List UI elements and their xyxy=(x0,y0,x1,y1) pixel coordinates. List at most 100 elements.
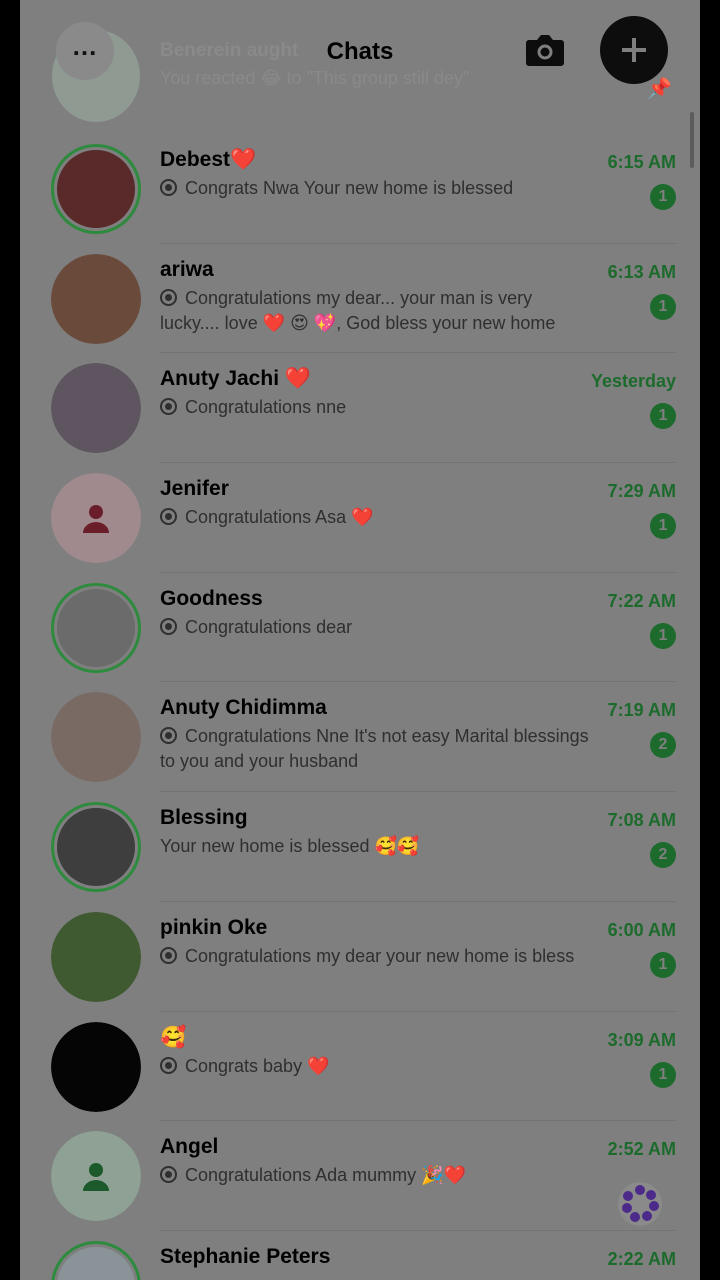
avatar[interactable] xyxy=(51,802,141,893)
chat-time: 7:19 AM xyxy=(607,700,676,721)
chat-message: Congratulations nne xyxy=(160,395,590,420)
chat-time: 2:22 AM xyxy=(607,1248,676,1269)
new-chat-button[interactable] xyxy=(600,16,668,84)
chat-message: Congratulations Asa ❤️ xyxy=(160,505,590,530)
chat-message: Congrats Nwa Your new home is blessed xyxy=(160,176,590,201)
unread-badge: 1 xyxy=(650,184,676,210)
page-title: Chats xyxy=(326,38,394,65)
more-options-button[interactable]: ... xyxy=(56,22,114,80)
avatar-image xyxy=(57,1246,135,1280)
chat-message: Congratulations Nne It's not easy Marita… xyxy=(160,724,590,774)
avatar[interactable] xyxy=(51,473,141,564)
chat-name: 🥰 xyxy=(160,1025,187,1049)
chat-row[interactable]: 🥰 Congrats baby ❤️ 3:09 AM 1 xyxy=(20,1012,700,1122)
unread-badge: 1 xyxy=(650,951,676,978)
chat-time: 3:09 AM xyxy=(607,1029,676,1050)
view-once-icon xyxy=(160,398,177,416)
meta-ai-button[interactable] xyxy=(614,1178,666,1230)
chat-row[interactable]: Anuty Chidimma Congratulations Nne It's n… xyxy=(20,682,700,793)
chat-row[interactable]: ariwa Congratulations my dear... your man… xyxy=(20,244,700,354)
avatar-image xyxy=(57,808,135,887)
unread-badge: 1 xyxy=(650,293,676,320)
chat-name: Goodness xyxy=(160,586,263,610)
chat-message: Congratulations dear xyxy=(160,615,590,640)
avatar[interactable] xyxy=(51,692,141,783)
chat-message: Congratulations Ada mummy 🎉❤️ xyxy=(160,1163,590,1188)
avatar-image xyxy=(51,911,141,1002)
chat-name: Blessing xyxy=(160,806,248,830)
avatar[interactable] xyxy=(51,363,141,454)
unread-badge: 2 xyxy=(650,842,676,869)
chat-name: Debest❤️ xyxy=(160,148,257,171)
view-once-icon xyxy=(160,179,177,196)
chat-message: Your new home is blessed 🥰🥰 xyxy=(160,834,590,859)
chat-message-text: Congratulations Asa ❤️ xyxy=(185,507,374,528)
chat-row[interactable]: Blessing Your new home is blessed 🥰🥰 7:08 … xyxy=(20,792,700,902)
chat-message-text: Congratulations Nne It's not easy Marita… xyxy=(160,726,589,772)
avatar-image xyxy=(57,150,135,228)
view-once-icon xyxy=(160,288,177,306)
view-once-icon xyxy=(160,727,177,745)
avatar[interactable] xyxy=(51,1131,141,1222)
chat-list: Debest❤️ Congrats Nwa Your new home is bl… xyxy=(20,134,700,1280)
chat-message-text: Congratulations dear xyxy=(185,616,353,637)
chat-time: 7:22 AM xyxy=(607,590,676,611)
chat-row[interactable]: Jenifer Congratulations Asa ❤️ 7:29 AM 1 xyxy=(20,463,700,573)
chat-message-text: Congratulations nne xyxy=(185,397,347,418)
chats-screen: Benerein aught You reacted 😂 to "This gr… xyxy=(20,0,700,1280)
chat-name: Anuty Jachi ❤️ xyxy=(160,367,312,391)
chat-time: 7:29 AM xyxy=(607,481,676,502)
avatar-image xyxy=(51,692,141,783)
chat-row[interactable]: Goodness Congratulations dear 7:22 AM 1 xyxy=(20,573,700,683)
view-once-icon xyxy=(160,1056,177,1074)
chat-name: Angel xyxy=(160,1135,219,1159)
avatar[interactable] xyxy=(51,582,141,673)
chat-row[interactable]: Debest❤️ Congrats Nwa Your new home is bl… xyxy=(20,134,700,244)
chat-row[interactable]: Angel Congratulations Ada mummy 🎉❤️ 2:52 A… xyxy=(20,1121,700,1231)
chat-message: Congrats baby ❤️ xyxy=(160,1054,590,1079)
view-once-icon xyxy=(160,946,177,964)
unread-badge: 1 xyxy=(650,403,676,430)
person-icon xyxy=(51,473,141,564)
more-horizontal-icon: ... xyxy=(72,31,98,61)
avatar-image xyxy=(57,588,135,667)
chat-name: ariwa xyxy=(160,257,214,281)
person-icon xyxy=(51,1131,141,1222)
chat-time: 7:08 AM xyxy=(607,810,676,831)
chat-row[interactable]: pinkin Oke Congratulations my dear your n… xyxy=(20,902,700,1012)
avatar-image xyxy=(51,253,141,344)
chat-message-text: Congratulations my dear... your man is v… xyxy=(160,287,556,333)
avatar[interactable] xyxy=(51,144,141,234)
view-once-icon xyxy=(160,1166,177,1184)
camera-button[interactable] xyxy=(523,30,567,70)
chat-time: 2:52 AM xyxy=(607,1139,676,1160)
chat-name: Stephanie Peters xyxy=(160,1244,331,1268)
chat-time: Yesterday xyxy=(590,371,676,392)
chat-row[interactable]: Stephanie Peters 2:22 AM xyxy=(20,1231,700,1280)
chat-name: Anuty Chidimma xyxy=(160,696,327,720)
unread-badge: 1 xyxy=(650,1061,676,1088)
avatar[interactable] xyxy=(51,253,141,344)
view-once-icon xyxy=(160,617,177,635)
meta-ai-icon xyxy=(618,1182,662,1226)
chat-message: Congratulations my dear... your man is v… xyxy=(160,286,590,336)
chat-time: 6:00 AM xyxy=(607,919,676,940)
unread-badge: 1 xyxy=(650,513,676,540)
chat-message-text: Congrats baby ❤️ xyxy=(185,1055,330,1076)
chat-row[interactable]: Anuty Jachi ❤️ Congratulations nne Yesterd… xyxy=(20,353,700,464)
chat-message-text: Congratulations Ada mummy 🎉❤️ xyxy=(185,1165,466,1186)
chat-message-text: Your new home is blessed 🥰🥰 xyxy=(160,836,420,857)
avatar[interactable] xyxy=(51,1240,141,1280)
unread-badge: 2 xyxy=(650,732,676,759)
chat-name: pinkin Oke xyxy=(160,915,268,939)
view-once-icon xyxy=(160,508,177,526)
chat-message: Congratulations my dear your new home is… xyxy=(160,944,590,969)
avatar[interactable] xyxy=(51,911,141,1002)
plus-icon xyxy=(622,38,646,62)
avatar-image xyxy=(51,363,141,454)
chat-message-text: Congratulations my dear your new home is… xyxy=(185,945,575,966)
chat-time: 6:15 AM xyxy=(607,152,676,172)
avatar[interactable] xyxy=(51,1021,141,1112)
chat-name: Jenifer xyxy=(160,477,229,501)
unread-badge: 1 xyxy=(650,622,676,649)
